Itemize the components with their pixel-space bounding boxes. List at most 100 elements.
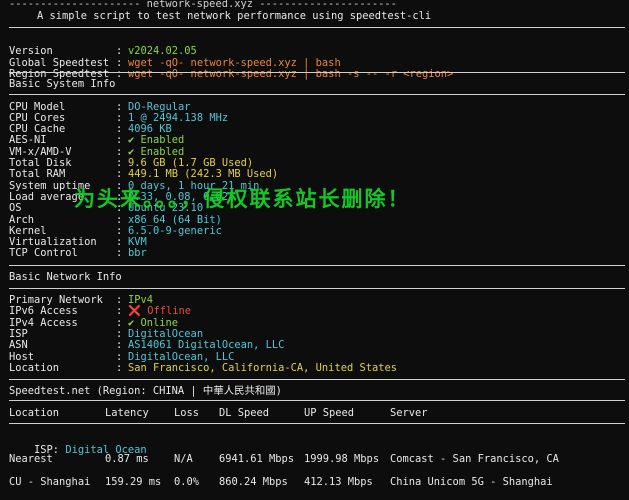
row-up: 1999.98 Mbps (304, 453, 380, 465)
watermark-text: 为头来。。。，侵权联系站长删除！ (74, 187, 411, 211)
row-server: Comcast - San Francisco, CA (390, 453, 559, 465)
row-dl: 6941.61 Mbps (219, 453, 295, 465)
system-info-row: Total Disk:9.6 GB (1.7 GB Used) (9, 157, 609, 169)
network-info-row: ASN: AS14061 DigitalOcean, LLC (9, 339, 609, 351)
system-info-label: Virtualization (9, 236, 97, 249)
network-section-title: Basic Network Info (9, 271, 122, 283)
colon: : (116, 100, 123, 113)
colon: : (116, 224, 123, 237)
system-info-value: 6.5.0-9-generic (128, 224, 222, 237)
colon: : (116, 111, 123, 124)
network-info-label: Location (9, 361, 60, 374)
row-latency: 159.29 ms (105, 476, 162, 488)
system-info-value: x86_64 (64 Bit) (128, 213, 222, 226)
divider (9, 94, 625, 95)
colon: : (116, 350, 123, 363)
network-info-value: ❌ Offline (128, 305, 191, 318)
meta-row-global: Global Speedtest: wget -qO- network-speed… (9, 45, 609, 69)
system-info-label: AES-NI (9, 134, 47, 147)
colon: : (116, 294, 123, 306)
system-info-row: CPU Model: DO-Regular (9, 101, 609, 113)
system-info-row: Virtualization: KVM (9, 236, 609, 248)
system-info-row: Kernel:6.5.0-9-generic (9, 225, 609, 237)
system-section-title: Basic System Info (9, 78, 116, 90)
row-loss: 0.0% (174, 476, 200, 488)
system-info-row: CPU Cores:1 @ 2494.138 MHz (9, 112, 609, 124)
row-server: China Unicom 5G - Shanghai (390, 476, 553, 488)
colon: : (116, 236, 123, 249)
col-header-dl: DL Speed (219, 407, 270, 419)
divider (9, 423, 625, 424)
meta-value: wget -qO- network-speed.xyz | bash -s --… (128, 68, 454, 80)
system-info-row: VM-x/AMD-V: ✔ Enabled (9, 146, 609, 158)
system-info-label: Arch (9, 213, 35, 226)
row-location: Nearest (9, 453, 53, 465)
col-header-location: Location (9, 407, 60, 419)
system-info-row: Total RAM:449.1 MB (242.3 MB Used) (9, 168, 609, 180)
system-info-label: CPU Cache (9, 123, 66, 136)
colon: : (116, 145, 123, 158)
colon: : (116, 134, 123, 147)
colon: : (116, 68, 123, 80)
network-info-label: IPv6 Access (9, 305, 78, 318)
col-header-latency: Latency (105, 407, 149, 419)
colon: : (116, 305, 123, 318)
network-info-label: Host (9, 350, 35, 363)
system-info-row: CPU Cache:4096 KB (9, 123, 609, 135)
network-info-label: ASN (9, 339, 28, 352)
divider (9, 27, 625, 28)
system-info-value: KVM (128, 236, 147, 249)
colon: : (116, 327, 123, 340)
header-title-line: --------------------- network-speed.xyz … (9, 0, 397, 10)
system-info-value: bbr (128, 247, 147, 260)
network-info-row: IPv4 Access: ✔ Online (9, 317, 609, 329)
terminal-output: --------------------- network-speed.xyz … (9, 0, 629, 500)
network-info-value: AS14061 DigitalOcean, LLC (128, 339, 285, 352)
system-info-value: 1 @ 2494.138 MHz (128, 111, 229, 124)
system-info-value: 4096 KB (128, 123, 172, 136)
system-info-value: ✔ Enabled (128, 134, 185, 147)
system-info-label: TCP Control (9, 247, 78, 260)
meta-row-version: Version: v2024.02.05 (9, 33, 609, 57)
row-up: 412.13 Mbps (304, 476, 373, 488)
network-info-row: ISP: DigitalOcean (9, 328, 609, 340)
colon: : (116, 361, 123, 374)
row-dl: 860.24 Mbps (219, 476, 288, 488)
system-info-label: Total Disk (9, 157, 72, 169)
isp-line: ISP: Digital Ocean (9, 429, 147, 456)
network-info-row: Host: DigitalOcean, LLC (9, 351, 609, 363)
network-info-value: ✔ Online (128, 316, 179, 329)
system-info-value: DO-Regular (128, 100, 191, 113)
col-header-up: UP Speed (304, 407, 355, 419)
colon: : (116, 339, 123, 352)
speedtest-section-title: Speedtest.net (Region: CHINA | 中華人民共和國) (9, 385, 282, 397)
colon: : (116, 213, 123, 226)
system-info-label: VM-x/AMD-V (9, 145, 72, 158)
divider (9, 288, 625, 289)
system-info-label: CPU Model (9, 100, 66, 113)
network-info-value: San Francisco, California-CA, United Sta… (128, 361, 397, 374)
system-info-value: ✔ Enabled (128, 145, 185, 158)
system-info-row: AES-NI: ✔ Enabled (9, 134, 609, 146)
system-info-row: TCP Control: bbr (9, 247, 609, 259)
col-header-loss: Loss (174, 407, 200, 419)
network-info-row: IPv6 Access: ❌ Offline (9, 305, 609, 317)
divider (9, 379, 625, 380)
network-info-value: DigitalOcean (128, 327, 204, 340)
row-latency: 0.87 ms (105, 453, 149, 465)
system-info-label: CPU Cores (9, 111, 66, 124)
system-info-label: OS (9, 202, 22, 215)
colon: : (116, 157, 123, 169)
divider (9, 265, 625, 266)
colon: : (116, 168, 123, 181)
meta-row-region: Region Speedtest: wget -qO- network-speed… (9, 56, 609, 80)
system-info-row: Arch: x86_64 (64 Bit) (9, 214, 609, 226)
network-info-row: Primary Network: IPv4 (9, 294, 609, 306)
divider (9, 400, 625, 401)
network-info-row: Location: San Francisco, California-CA, U… (9, 362, 609, 374)
system-info-value: 9.6 GB (1.7 GB Used) (128, 157, 254, 169)
colon: : (116, 123, 123, 136)
network-info-label: Primary Network (9, 294, 103, 306)
system-info-label: Load average (9, 190, 85, 203)
header-subtitle: A simple script to test network performa… (37, 10, 432, 22)
